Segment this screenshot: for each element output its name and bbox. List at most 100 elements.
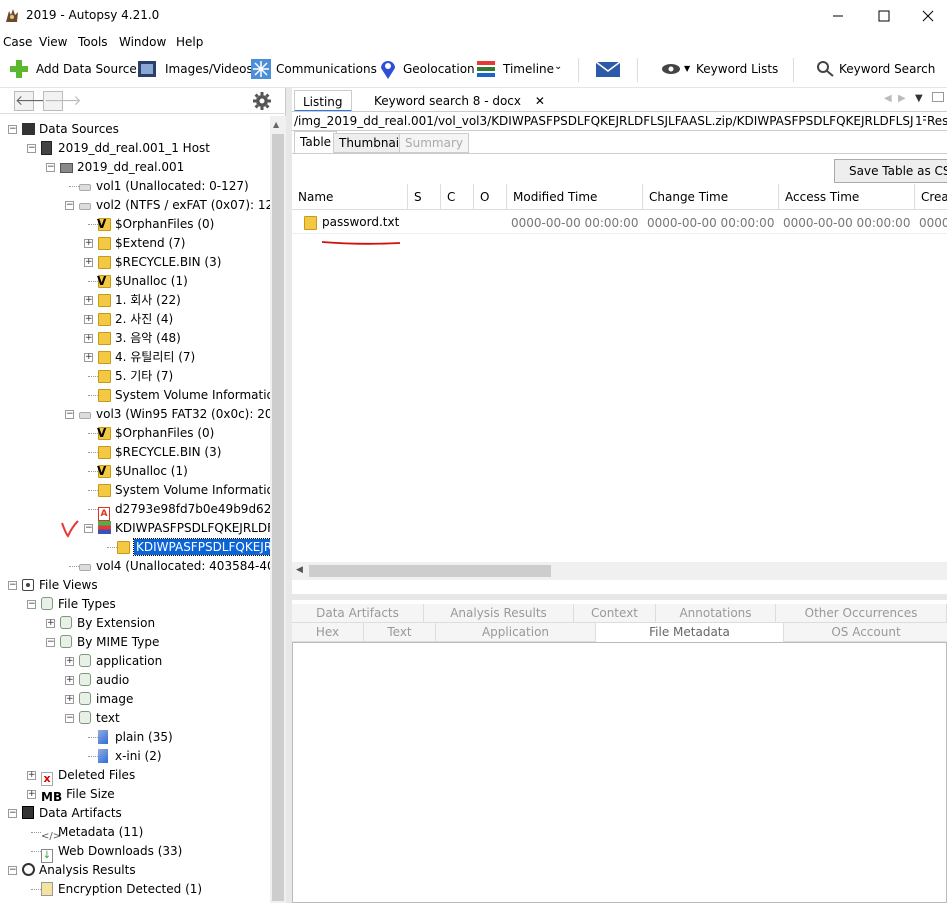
tab-application[interactable]: Application (436, 623, 596, 642)
tab-data-artifacts[interactable]: Data Artifacts (292, 604, 424, 623)
tree-node[interactable]: − vol2 (NTFS / exFAT (0x07): 128 (65, 196, 281, 215)
column-o[interactable]: O (474, 184, 507, 210)
collapse-icon[interactable]: − (8, 125, 17, 134)
tree-node[interactable]: plain (35) (88, 728, 173, 747)
column-modified-time[interactable]: Modified Time (507, 184, 643, 210)
expand-icon[interactable]: + (27, 771, 36, 780)
tree-node[interactable]: V $Unalloc (1) (88, 462, 188, 481)
geolocation-button[interactable]: Geolocation (403, 62, 475, 76)
expand-icon[interactable]: + (65, 676, 74, 685)
images-videos-button[interactable]: Images/Videos (165, 62, 253, 76)
tree-node[interactable]: V $OrphanFiles (0) (88, 424, 214, 443)
tree-node[interactable]: − Analysis Results (8, 861, 136, 880)
tree-node[interactable]: + By Extension (46, 614, 155, 633)
table-scrollbar-thumb[interactable] (309, 565, 551, 577)
column-access-time[interactable]: Access Time (779, 184, 915, 210)
keyword-lists-button[interactable]: Keyword Lists (696, 62, 778, 76)
tree-node[interactable]: +4. 유틸리티 (7) (84, 348, 195, 367)
column-name[interactable]: Name (292, 184, 408, 210)
tab-scroll-left-icon[interactable]: ◀ (884, 93, 892, 104)
tree-node[interactable]: − KDIWPASFPSDLFQKEJRLDFL (84, 519, 281, 538)
scroll-left-icon[interactable]: ◀ (296, 565, 303, 575)
maximize-window-icon[interactable] (932, 92, 944, 102)
tree-node[interactable]: System Volume Information (88, 386, 281, 405)
keyword-search-button[interactable]: Keyword Search (839, 62, 935, 76)
column-s[interactable]: S (408, 184, 441, 210)
menu-case[interactable]: Case (3, 35, 32, 49)
tab-context[interactable]: Context (574, 604, 656, 623)
menu-help[interactable]: Help (176, 35, 203, 49)
maximize-button[interactable] (862, 3, 906, 29)
collapse-icon[interactable]: − (65, 714, 74, 723)
expand-icon[interactable]: + (84, 296, 93, 305)
tree-scrollbar-thumb[interactable] (272, 134, 284, 901)
tree-node[interactable]: − Data Artifacts (8, 804, 122, 823)
expand-icon[interactable]: + (84, 315, 93, 324)
tree-node[interactable]: + application (65, 652, 162, 671)
tree-node[interactable]: </> Metadata (11) (31, 823, 143, 842)
tree-node[interactable]: − File Types (27, 595, 116, 614)
timeline-dropdown-icon[interactable]: ⌄ (554, 61, 562, 72)
expand-icon[interactable]: + (65, 695, 74, 704)
tree-node[interactable]: ↓ Web Downloads (33) (31, 842, 182, 863)
collapse-icon[interactable]: − (27, 600, 36, 609)
collapse-icon[interactable]: − (8, 809, 17, 818)
tree-node[interactable]: V $OrphanFiles (0) (88, 215, 214, 234)
minimize-button[interactable] (816, 3, 860, 29)
forward-button[interactable]: 🡒 (43, 91, 82, 111)
tree-node[interactable]: Encryption Detected (1) (31, 880, 202, 899)
expand-icon[interactable]: + (65, 657, 74, 666)
tree-node[interactable]: − text (65, 709, 120, 728)
tree-node[interactable]: +2. 사진 (4) (84, 310, 173, 329)
tab-annotations[interactable]: Annotations (656, 604, 776, 623)
tree-node[interactable]: $RECYCLE.BIN (3) (88, 443, 221, 462)
tab-file-metadata[interactable]: File Metadata (596, 623, 784, 642)
tree-node[interactable]: + MB File Size (27, 785, 115, 804)
tree-node[interactable]: − By MIME Type (46, 633, 159, 652)
tab-close-icon[interactable]: ✕ (535, 94, 545, 108)
tree-node[interactable]: +1. 회사 (22) (84, 291, 181, 310)
tree-node[interactable]: + image (65, 690, 133, 709)
back-button[interactable]: 🡐 (14, 91, 53, 111)
mail-icon[interactable] (595, 58, 621, 80)
collapse-icon[interactable]: − (8, 866, 17, 875)
scroll-up-icon[interactable]: ▲ (273, 120, 279, 129)
expand-icon[interactable]: + (84, 353, 93, 362)
tree-node[interactable]: − File Views (8, 576, 98, 595)
column-c[interactable]: C (441, 184, 474, 210)
tab-summary[interactable]: Summary (399, 133, 469, 153)
tree-node[interactable]: + x Deleted Files (27, 766, 135, 786)
collapse-icon[interactable]: − (8, 581, 17, 590)
tab-os-account[interactable]: OS Account (784, 623, 947, 642)
settings-gear-icon[interactable] (252, 91, 272, 111)
tree-node[interactable]: + $RECYCLE.BIN (3) (84, 253, 221, 272)
menu-window[interactable]: Window (119, 35, 166, 49)
tree-node[interactable]: KDIWPASFPSDLFQKEJRL (107, 538, 282, 557)
expand-icon[interactable]: + (84, 258, 93, 267)
tree-node[interactable]: x-ini (2) (88, 747, 162, 766)
tab-hex[interactable]: Hex (292, 623, 364, 642)
tree-node[interactable]: − 2019_dd_real.001_1 Host (27, 139, 210, 158)
tab-table[interactable]: Table (294, 131, 338, 153)
tree-node[interactable]: System Volume Information (88, 481, 281, 500)
tree-node[interactable]: Ad2793e98fd7b0e49b9d627 (88, 500, 279, 521)
tree-node[interactable]: + audio (65, 671, 129, 690)
expand-icon[interactable]: + (27, 790, 36, 799)
tab-listing[interactable]: Listing (294, 90, 352, 112)
tab-list-dropdown-icon[interactable]: ▼ (915, 93, 923, 104)
menu-view[interactable]: View (39, 35, 67, 49)
viewer-splitter[interactable] (292, 594, 947, 600)
collapse-icon[interactable]: − (46, 163, 55, 172)
collapse-icon[interactable]: − (65, 410, 74, 419)
timeline-button[interactable]: Timeline (503, 62, 554, 76)
column-creation-time[interactable]: Creat (915, 184, 947, 210)
table-horizontal-scrollbar[interactable]: ◀ (292, 562, 947, 580)
expand-icon[interactable]: + (84, 334, 93, 343)
tab-thumbnail[interactable]: Thumbnail (333, 133, 409, 153)
tree-node[interactable]: vol4 (Unallocated: 403584-409 (69, 557, 282, 576)
tree-node[interactable]: − vol3 (Win95 FAT32 (0x0c): 204 (65, 405, 280, 424)
collapse-icon[interactable]: − (65, 201, 74, 210)
tree-node[interactable]: V $Unalloc (1) (88, 272, 188, 291)
expand-icon[interactable]: + (84, 239, 93, 248)
menu-tools[interactable]: Tools (78, 35, 108, 49)
